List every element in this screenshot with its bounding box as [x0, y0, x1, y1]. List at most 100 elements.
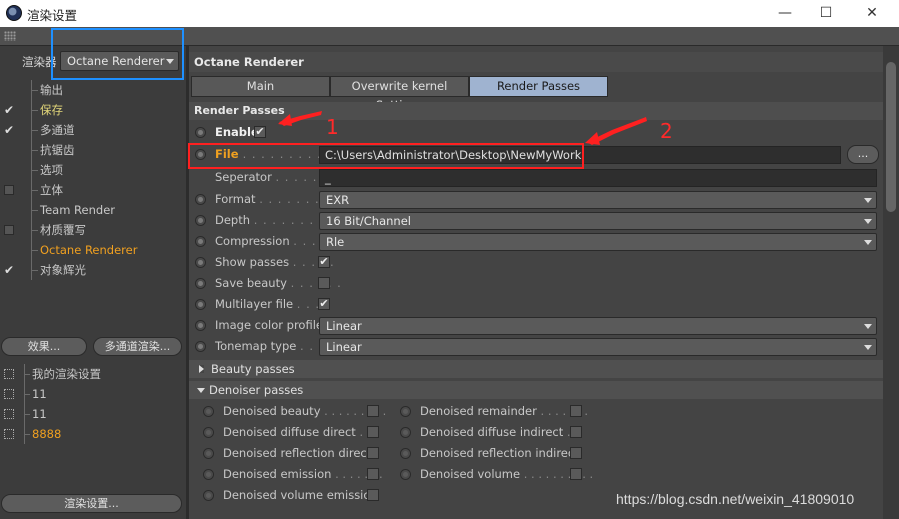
image-color-profile-select[interactable]: Linear — [319, 317, 877, 335]
preset-label: 8888 — [32, 427, 62, 441]
maximize-button[interactable]: ☐ — [811, 3, 841, 23]
browse-button[interactable]: ... — [847, 145, 879, 164]
dropdown-arrow-icon — [864, 240, 872, 245]
separator-label-text: Seperator — [215, 170, 272, 184]
tree-item-save[interactable]: ✔ 保存 — [0, 100, 186, 120]
cinema4d-app-icon — [6, 5, 22, 21]
denoised-emission-row: Denoised emission . . . . . . . — [203, 464, 383, 485]
denoised-diffuse-direct-checkbox[interactable] — [367, 426, 379, 438]
row-multilayer-file: Multilayer file . . . ✔ — [189, 294, 883, 315]
checkmark-icon[interactable]: ✔ — [4, 120, 16, 140]
preset-item[interactable]: 11 — [0, 404, 186, 424]
tree-item-material-override[interactable]: 材质覆写 — [0, 220, 186, 240]
minimize-button[interactable]: — — [770, 3, 800, 23]
expand-arrow-icon[interactable] — [199, 365, 204, 373]
multipass-render-button[interactable]: 多通道渲染... — [93, 337, 182, 356]
show-passes-label: Show passes . . . . . — [215, 255, 335, 269]
animation-radio-icon[interactable] — [400, 448, 411, 459]
tonemap-label: Tonemap type . . . . — [215, 339, 333, 353]
depth-select[interactable]: 16 Bit/Channel — [319, 212, 877, 230]
denoised-diffuse-indirect-checkbox[interactable] — [570, 426, 582, 438]
tree-item-label: Team Render — [40, 203, 115, 217]
animation-radio-icon[interactable] — [203, 448, 214, 459]
format-select[interactable]: EXR — [319, 191, 877, 209]
checkbox[interactable] — [4, 225, 14, 235]
animation-radio-icon[interactable] — [195, 257, 206, 268]
denoised-reflection-direct-checkbox[interactable] — [367, 447, 379, 459]
show-passes-checkbox[interactable]: ✔ — [318, 256, 330, 268]
label-dots: . . . . . . . . . . — [523, 467, 594, 481]
tree-item-stereo[interactable]: 立体 — [0, 180, 186, 200]
compression-select[interactable]: Rle — [319, 233, 877, 251]
row-separator: Seperator . . . . . . . . _ — [189, 167, 883, 188]
close-button[interactable]: ✕ — [857, 3, 887, 23]
preset-icon — [4, 369, 14, 379]
animation-radio-icon[interactable] — [203, 469, 214, 480]
row-enable: Enable ✔ — [189, 122, 883, 143]
preset-item[interactable]: 我的渲染设置 — [0, 364, 186, 384]
save-beauty-checkbox[interactable] — [318, 277, 330, 289]
animation-radio-icon[interactable] — [195, 236, 206, 247]
animation-radio-icon[interactable] — [195, 299, 206, 310]
checkbox[interactable] — [4, 185, 14, 195]
denoised-beauty-checkbox[interactable] — [367, 405, 379, 417]
den-label-text: Denoised diffuse direct — [223, 425, 356, 439]
denoised-emission-checkbox[interactable] — [367, 468, 379, 480]
row-depth: Depth . . . . . . . . . . . 16 Bit/Chann… — [189, 210, 883, 231]
vertical-scrollbar[interactable] — [883, 46, 899, 519]
enable-checkbox[interactable]: ✔ — [254, 126, 266, 138]
effects-button[interactable]: 效果... — [1, 337, 87, 356]
depth-select-value: 16 Bit/Channel — [326, 214, 411, 228]
den-label-text: Denoised beauty — [223, 404, 321, 418]
animation-radio-icon[interactable] — [400, 469, 411, 480]
tree-item-team-render[interactable]: Team Render — [0, 200, 186, 220]
denoised-remainder-checkbox[interactable] — [570, 405, 582, 417]
denoised-reflection-indirect-checkbox[interactable] — [570, 447, 582, 459]
row-image-color-profile: Image color profile Linear — [189, 315, 883, 336]
separator-input[interactable]: _ — [319, 169, 877, 187]
beauty-passes-group[interactable]: Beauty passes — [189, 360, 883, 378]
animation-radio-icon[interactable] — [203, 427, 214, 438]
denoised-remainder-row: Denoised remainder . . . . . . . — [400, 401, 590, 422]
tree-item-label: 抗锯齿 — [40, 143, 75, 157]
tab-overwrite-kernel-settings[interactable]: Overwrite kernel Settings — [330, 76, 469, 112]
tree-item-antialiasing[interactable]: 抗锯齿 — [0, 140, 186, 160]
denoiser-passes-group[interactable]: Denoiser passes — [189, 381, 883, 399]
collapse-arrow-icon[interactable] — [197, 388, 205, 393]
animation-radio-icon[interactable] — [195, 215, 206, 226]
tree-item-options[interactable]: 选项 — [0, 160, 186, 180]
tree-item-multipass[interactable]: ✔ 多通道 — [0, 120, 186, 140]
multilayer-checkbox[interactable]: ✔ — [318, 298, 330, 310]
save-beauty-label-text: Save beauty — [215, 276, 287, 290]
animation-radio-icon[interactable] — [400, 406, 411, 417]
animation-radio-icon[interactable] — [203, 490, 214, 501]
animation-radio-icon[interactable] — [400, 427, 411, 438]
animation-radio-icon[interactable] — [203, 406, 214, 417]
denoised-volume-emission-checkbox[interactable] — [367, 489, 379, 501]
den-label: Denoised beauty . . . . . . . . . — [223, 404, 386, 418]
checkmark-icon[interactable]: ✔ — [4, 260, 16, 280]
denoised-diffuse-indirect-row: Denoised diffuse indirect . . — [400, 422, 590, 443]
preset-item[interactable]: 11 — [0, 384, 186, 404]
right-panel: Octane Renderer Main Overwrite kernel Se… — [189, 46, 883, 519]
tonemap-type-select[interactable]: Linear — [319, 338, 877, 356]
animation-radio-icon[interactable] — [195, 278, 206, 289]
blue-highlight-box — [51, 28, 184, 80]
animation-radio-icon[interactable] — [195, 320, 206, 331]
tree-item-output[interactable]: 输出 — [0, 80, 186, 100]
render-settings-button[interactable]: 渲染设置... — [1, 494, 182, 513]
tree-item-octane-renderer[interactable]: Octane Renderer — [0, 240, 186, 260]
animation-radio-icon[interactable] — [195, 341, 206, 352]
tree-item-object-glow[interactable]: ✔ 对象辉光 — [0, 260, 186, 280]
beauty-passes-label: Beauty passes — [211, 362, 295, 376]
preset-item-active[interactable]: 8888 — [0, 424, 186, 444]
tab-render-passes[interactable]: Render Passes — [469, 76, 608, 97]
denoised-volume-checkbox[interactable] — [570, 468, 582, 480]
den-label: Denoised volume emission — [223, 488, 378, 502]
checkmark-icon[interactable]: ✔ — [4, 100, 16, 120]
tab-main[interactable]: Main — [191, 76, 330, 97]
animation-radio-icon[interactable] — [195, 127, 206, 138]
scrollbar-thumb[interactable] — [886, 62, 896, 212]
grip-icon[interactable] — [4, 31, 16, 41]
animation-radio-icon[interactable] — [195, 194, 206, 205]
